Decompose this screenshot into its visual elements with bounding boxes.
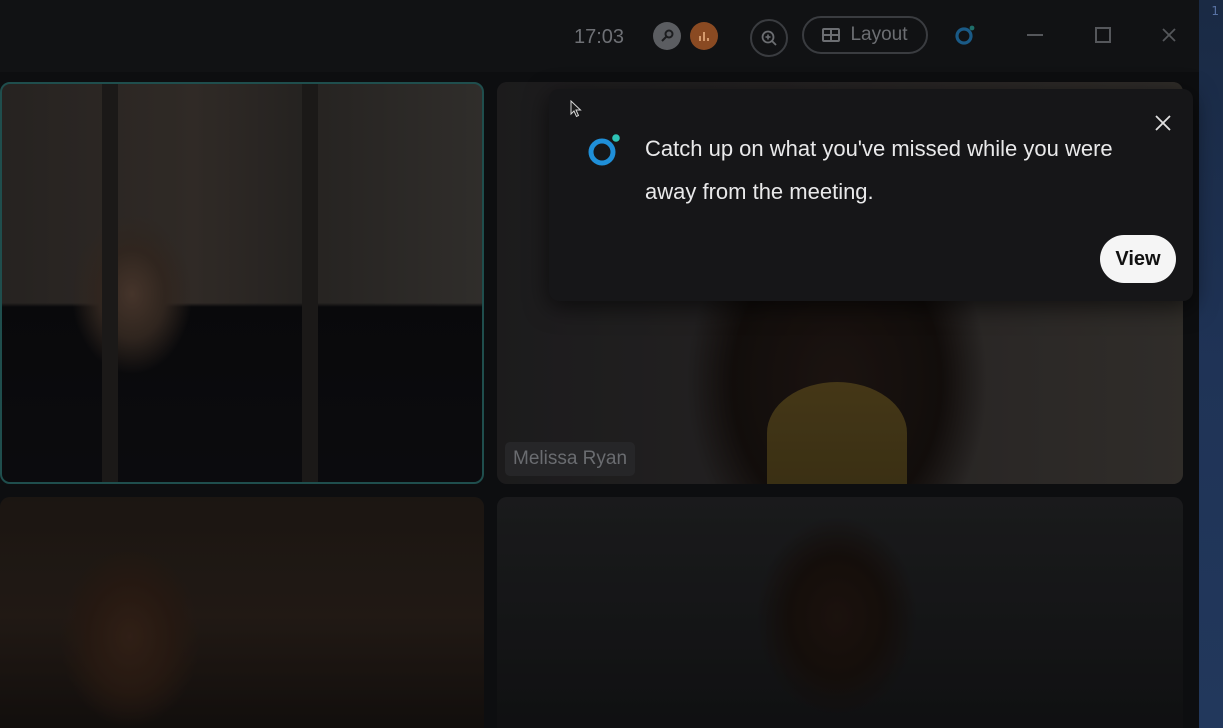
view-button[interactable]: View	[1100, 235, 1176, 283]
title-bar: 17:03 Layout	[0, 0, 1199, 72]
meeting-window: 17:03 Layout Melissa Ryan 1 Catch up on …	[0, 0, 1223, 728]
key-icon[interactable]	[653, 22, 681, 50]
close-window-button[interactable]	[1154, 20, 1184, 50]
meeting-clock: 17:03	[574, 26, 625, 48]
minimize-icon	[1027, 34, 1043, 36]
dim-overlay	[0, 497, 484, 728]
layout-button[interactable]: Layout	[802, 16, 928, 54]
zoom-in-icon[interactable]	[750, 19, 788, 57]
video-tile-participant[interactable]	[497, 497, 1183, 728]
stats-icon[interactable]	[690, 22, 718, 50]
grid-layout-icon	[822, 28, 841, 42]
window-frame	[302, 84, 318, 482]
ai-assistant-icon	[588, 134, 620, 166]
edge-digit: 1	[1211, 4, 1219, 18]
popup-close-button[interactable]	[1149, 109, 1177, 137]
dim-overlay	[2, 84, 482, 482]
mouse-cursor-icon	[570, 100, 582, 118]
video-tile-participant[interactable]	[0, 497, 484, 728]
layout-label: Layout	[850, 24, 908, 45]
video-tile-active-speaker[interactable]	[0, 82, 484, 484]
desktop-edge: 1	[1199, 0, 1223, 728]
ai-assistant-icon[interactable]	[954, 24, 976, 46]
catch-up-message: Catch up on what you've missed while you…	[645, 136, 1113, 204]
close-icon	[1162, 28, 1176, 42]
participant-name-tag: Melissa Ryan	[505, 442, 636, 476]
dim-overlay	[497, 497, 1183, 728]
maximize-button[interactable]	[1088, 20, 1118, 50]
participant-figure	[767, 382, 907, 484]
minimize-button[interactable]	[1020, 20, 1050, 50]
window-frame	[102, 84, 118, 482]
maximize-icon	[1095, 27, 1111, 43]
catch-up-popup: Catch up on what you've missed while you…	[549, 89, 1193, 301]
close-icon	[1155, 115, 1171, 131]
